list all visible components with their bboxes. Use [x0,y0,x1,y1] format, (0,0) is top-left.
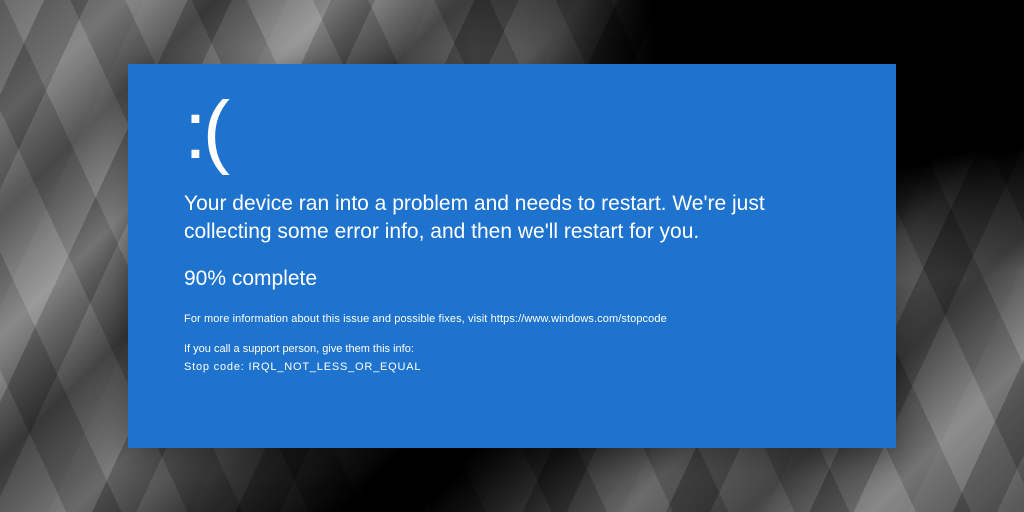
bsod-screen: :( Your device ran into a problem and ne… [128,64,896,448]
sad-face-icon: :( [184,90,840,172]
progress-text: 90% complete [184,267,840,291]
support-info-label: If you call a support person, give them … [184,343,840,355]
more-info-text: For more information about this issue an… [184,313,840,325]
error-message: Your device ran into a problem and needs… [184,190,824,247]
stop-code-text: Stop code: IRQL_NOT_LESS_OR_EQUAL [184,361,840,373]
